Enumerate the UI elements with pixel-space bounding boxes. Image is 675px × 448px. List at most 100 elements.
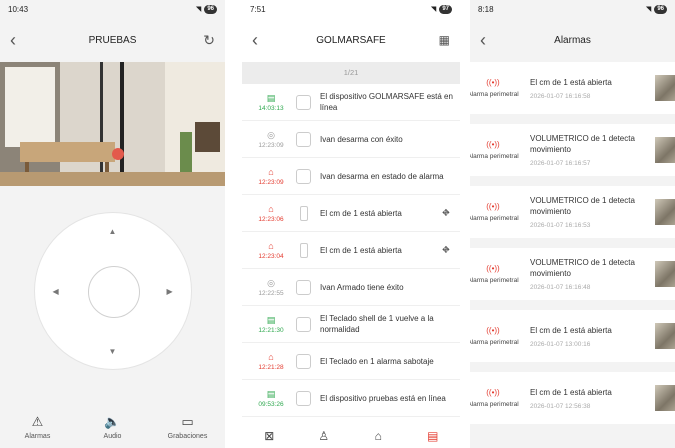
battery-badge: 96 [204, 4, 217, 14]
arrow-down-icon[interactable]: ▼ [109, 347, 117, 356]
sdcard-icon: ▭ [181, 414, 194, 429]
user-icon[interactable]: ♙ [304, 429, 344, 448]
status-bar: 8:18 ◥ 96 [470, 0, 675, 18]
home-icon[interactable]: ⌂ [358, 429, 398, 448]
arrow-right-icon[interactable]: ▶ [167, 287, 173, 296]
event-row[interactable]: ⌂ 12:23:04 El cm de 1 está abierta ⛖ [242, 232, 460, 269]
status-time: 7:51 [250, 4, 266, 14]
status-bar: 10:43 ◥ 96 [0, 0, 225, 18]
alarm-source: Alarma perimetral [470, 277, 519, 284]
event-text: Ivan desarma con éxito [320, 134, 403, 144]
arrow-up-icon[interactable]: ▲ [109, 227, 117, 236]
alarm-row[interactable]: ((•)) Alarma perimetral El cm de 1 está ab… [470, 310, 675, 362]
tab-recordings[interactable]: ▭ Grabaciones [153, 414, 223, 440]
alarm-snapshot[interactable] [655, 199, 675, 225]
back-chevron-icon[interactable]: ‹ [252, 31, 258, 49]
alarm-timestamp: 2026-01-07 12:56:38 [530, 402, 591, 410]
event-text: El Teclado shell de 1 vuelve a la normal… [320, 314, 434, 334]
signal-icon: ◥ [430, 6, 437, 13]
alarm-list: ((•)) Alarma perimetral El cm de 1 está ab… [470, 62, 675, 424]
camera-image [0, 62, 225, 186]
event-row[interactable]: ◎ 12:22:55 Ivan Armado tiene éxito [242, 269, 460, 306]
event-row[interactable]: ◎ 12:23:09 Ivan desarma con éxito [242, 121, 460, 158]
alarm-source: Alarma perimetral [470, 215, 519, 222]
tab-alarms[interactable]: ⚠ Alarmas [3, 414, 73, 440]
ptz-center-button[interactable] [87, 266, 140, 318]
message-icon: ▤ [266, 92, 276, 103]
alarm-row[interactable]: ((•)) Alarma perimetral El cm de 1 está ab… [470, 372, 675, 424]
event-row[interactable]: ▤ 09:53:26 El dispositivo pruebas está en … [242, 380, 460, 417]
alarm-row[interactable]: ((•)) Alarma perimetral VOLUMETRICO de 1 d… [470, 186, 675, 238]
arrow-left-icon[interactable]: ◀ [53, 287, 59, 296]
event-row[interactable]: ▤ 14:03:13 El dispositivo GOLMARSAFE está … [242, 84, 460, 121]
page-title: GOLMARSAFE [316, 34, 386, 46]
alarm-signal-icon: ((•)) [486, 202, 500, 211]
event-row[interactable]: ⌂ 12:23:09 Ivan desarma en estado de alarm… [242, 158, 460, 195]
alarm-signal-icon: ((•)) [486, 326, 500, 335]
device-icon[interactable]: ⊠ [249, 429, 289, 448]
alarm-house-icon: ⌂ [268, 351, 274, 362]
signal-icon: ◥ [645, 6, 652, 13]
ptz-joystick[interactable]: ▲ ▼ ◀ ▶ [33, 212, 192, 370]
device-icon [296, 390, 311, 406]
alarm-timestamp: 2026-01-07 16:16:53 [530, 222, 591, 229]
event-time: 14:03:13 [258, 104, 284, 112]
message-icon: ▤ [266, 314, 276, 325]
bottom-toolbar: ⊠ ♙ ⌂ ▤ [242, 426, 460, 448]
page-indicator: 1/21 [242, 62, 460, 84]
alarm-message: VOLUMETRICO de 1 detecta movimiento [530, 134, 635, 154]
refresh-icon[interactable]: ↻ [203, 33, 215, 47]
event-time: 09:53:26 [258, 400, 284, 408]
device-icon [296, 316, 311, 332]
alarm-timestamp: 2026-01-07 16:16:48 [530, 284, 591, 291]
shield-check-icon: ◎ [267, 277, 275, 288]
alarm-source: Alarma perimetral [470, 401, 519, 408]
camera-feed[interactable] [0, 62, 225, 186]
event-time: 12:23:09 [258, 178, 284, 186]
alarm-snapshot[interactable] [655, 261, 675, 287]
alarm-message: El cm de 1 está abierta [530, 325, 612, 335]
event-row[interactable]: ▤ 12:21:30 El Teclado shell de 1 vuelve a … [242, 306, 460, 343]
alarm-message: El cm de 1 está abierta [530, 77, 612, 87]
back-chevron-icon[interactable]: ‹ [480, 31, 486, 49]
alarm-row[interactable]: ((•)) Alarma perimetral VOLUMETRICO de 1 d… [470, 124, 675, 176]
alarm-row[interactable]: ((•)) Alarma perimetral VOLUMETRICO de 1 d… [470, 248, 675, 300]
alarm-source: Alarma perimetral [470, 91, 519, 98]
battery-badge: 96 [654, 4, 667, 14]
alarm-message: VOLUMETRICO de 1 detecta movimiento [530, 258, 635, 278]
tab-audio[interactable]: 🔈 Audio [78, 414, 148, 440]
event-text: El dispositivo GOLMARSAFE está en línea [320, 92, 453, 112]
history-icon[interactable]: ▤ [413, 429, 453, 448]
device-icon [296, 131, 311, 147]
alarm-source: Alarma perimetral [470, 153, 519, 160]
alarm-message: El cm de 1 está abierta [530, 387, 612, 397]
alarm-icon: ⚠ [31, 414, 44, 429]
alarm-house-icon: ⌂ [268, 203, 274, 214]
event-row[interactable]: ⌂ 12:23:06 El cm de 1 está abierta ⛖ [242, 195, 460, 232]
header: ‹ GOLMARSAFE ▦ [242, 18, 460, 62]
event-time: 12:23:06 [258, 215, 284, 223]
camera-icon[interactable]: ⛖ [442, 208, 450, 219]
event-time: 12:22:55 [258, 289, 284, 297]
event-time: 12:23:04 [258, 252, 284, 260]
status-bar: 7:51 ◥ 97 [242, 0, 460, 18]
alarm-row[interactable]: ((•)) Alarma perimetral El cm de 1 está ab… [470, 62, 675, 114]
event-text: El cm de 1 está abierta [320, 208, 402, 218]
calendar-icon[interactable]: ▦ [439, 34, 450, 46]
device-icon [296, 168, 311, 184]
alarm-snapshot[interactable] [655, 385, 675, 411]
alarm-snapshot[interactable] [655, 137, 675, 163]
back-chevron-icon[interactable]: ‹ [10, 31, 16, 49]
signal-icon: ◥ [195, 6, 202, 13]
alarm-snapshot[interactable] [655, 323, 675, 349]
camera-live-screen: 10:43 ◥ 96 ‹ PRUEBAS ↻ ▲ ▼ ◀ ▶ ⚠ Alarmas… [0, 0, 225, 448]
camera-icon[interactable]: ⛖ [442, 245, 450, 256]
alarm-snapshot[interactable] [655, 75, 675, 101]
event-text: El Teclado en 1 alarma sabotaje [320, 356, 434, 366]
device-icon [296, 94, 311, 110]
alarm-timestamp: 2026-01-07 13:00:16 [530, 340, 591, 348]
event-time: 12:23:09 [258, 141, 284, 149]
device-icon [296, 279, 311, 295]
event-row[interactable]: ⌂ 12:21:28 El Teclado en 1 alarma sabotaje [242, 343, 460, 380]
alarm-signal-icon: ((•)) [486, 78, 500, 87]
